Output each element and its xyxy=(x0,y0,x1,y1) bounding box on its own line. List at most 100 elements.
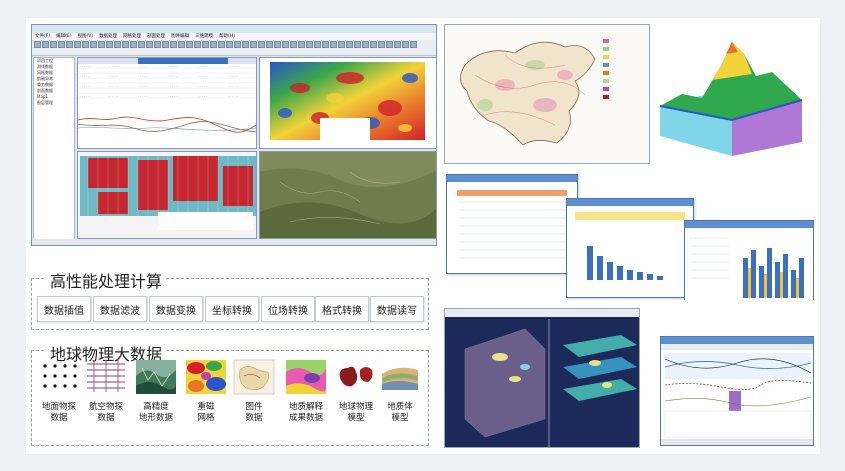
menu-item[interactable]: 三维建模 xyxy=(195,33,213,40)
processing-section-title: 高性能处理计算 xyxy=(46,268,167,292)
toolbar-button[interactable] xyxy=(234,41,241,48)
toolbar-button[interactable] xyxy=(226,41,233,48)
toolbar-button[interactable] xyxy=(346,41,353,48)
tree-item[interactable]: 图层管理 xyxy=(34,100,74,106)
svg-text:......: ...... xyxy=(198,64,209,68)
toolbar-button[interactable] xyxy=(402,41,409,48)
data-item-grid[interactable]: 重磁 网格 xyxy=(184,356,228,424)
report-window-3 xyxy=(684,220,814,300)
filtering-button[interactable]: 数据滤波 xyxy=(93,296,147,322)
toolbar-button[interactable] xyxy=(210,41,217,48)
toolbar-button[interactable] xyxy=(258,41,265,48)
toolbar-button[interactable] xyxy=(122,41,129,48)
toolbar-button[interactable] xyxy=(50,41,57,48)
anomaly-map-pane xyxy=(259,57,437,149)
toolbar-button[interactable] xyxy=(266,41,273,48)
toolbar-button[interactable] xyxy=(386,41,393,48)
toolbar-button[interactable] xyxy=(298,41,305,48)
menu-item[interactable]: 数据处理 xyxy=(99,33,117,40)
data-item-terrain[interactable]: 高精度 地形数据 xyxy=(134,356,178,424)
toolbar-button[interactable] xyxy=(146,41,153,48)
toolbar-button[interactable] xyxy=(282,41,289,48)
toolbar-button[interactable] xyxy=(410,41,417,48)
geology-map-icon xyxy=(286,360,327,394)
toolbar-button[interactable] xyxy=(250,41,257,48)
toolbar-button[interactable] xyxy=(34,41,41,48)
menu-item[interactable]: 帮助(H) xyxy=(219,33,235,40)
toolbar-button[interactable] xyxy=(154,41,161,48)
toolbar-button[interactable] xyxy=(130,41,137,48)
toolbar-button[interactable] xyxy=(394,41,401,48)
china-geology-map xyxy=(444,24,650,164)
svg-text:......: ...... xyxy=(138,84,149,88)
toolbar xyxy=(32,40,436,49)
geologic-body-icon xyxy=(382,367,418,390)
coordinate-conversion-button[interactable]: 坐标转换 xyxy=(205,296,259,322)
project-tree: 项目工程 测线数据 网格数据 航磁异常 重力数据 剖面数据 Map1 图层管理 xyxy=(33,57,75,241)
toolbar-button[interactable] xyxy=(114,41,121,48)
data-item-ground[interactable]: 地面物探 数据 xyxy=(37,356,81,424)
menu-item[interactable]: 视图(V) xyxy=(77,33,93,40)
toolbar-button[interactable] xyxy=(162,41,169,48)
toolbar-button[interactable] xyxy=(42,41,49,48)
data-item-label: 图件 数据 xyxy=(245,402,263,423)
toolbar-button[interactable] xyxy=(186,41,193,48)
toolbar-button[interactable] xyxy=(290,41,297,48)
profile-curves-figure xyxy=(661,337,813,445)
data-item-geologic-body[interactable]: 地质体 模型 xyxy=(378,356,422,424)
menu-item[interactable]: 图件编辑 xyxy=(171,33,189,40)
toolbar-button[interactable] xyxy=(74,41,81,48)
toolbar-button[interactable] xyxy=(58,41,65,48)
toolbar-secondary xyxy=(32,49,436,56)
transform-button[interactable]: 数据变换 xyxy=(149,296,203,322)
toolbar-button[interactable] xyxy=(274,41,281,48)
toolbar-button[interactable] xyxy=(98,41,105,48)
toolbar-button[interactable] xyxy=(90,41,97,48)
data-item-interpretation[interactable]: 地质解释 成果数据 xyxy=(284,356,328,424)
window-titlebar xyxy=(32,25,436,33)
menu-item[interactable]: 编辑(E) xyxy=(56,33,71,40)
3d-visualization-window xyxy=(444,308,640,448)
toolbar-button[interactable] xyxy=(314,41,321,48)
svg-text:......: ...... xyxy=(198,94,209,98)
svg-text:......: ...... xyxy=(168,94,179,98)
toolbar-button[interactable] xyxy=(178,41,185,48)
grid-map-icon xyxy=(186,360,226,394)
toolbar-button[interactable] xyxy=(362,41,369,48)
3d-terrain-model xyxy=(652,24,814,164)
toolbar-button[interactable] xyxy=(338,41,345,48)
toolbar-button[interactable] xyxy=(106,41,113,48)
toolbar-button[interactable] xyxy=(354,41,361,48)
data-item-geophysical-model[interactable]: 地球物理 模型 xyxy=(334,356,378,424)
svg-text:......: ...... xyxy=(80,64,91,68)
svg-text:......: ...... xyxy=(198,74,209,78)
data-item-label: 地球物理 模型 xyxy=(338,402,373,423)
toolbar-button[interactable] xyxy=(138,41,145,48)
interpolation-button[interactable]: 数据插值 xyxy=(37,296,91,322)
format-conversion-button[interactable]: 格式转换 xyxy=(315,296,369,322)
potential-field-conversion-button[interactable]: 位场转换 xyxy=(261,296,315,322)
toolbar-button[interactable] xyxy=(330,41,337,48)
toolbar-button[interactable] xyxy=(242,41,249,48)
toolbar-button[interactable] xyxy=(218,41,225,48)
menu-item[interactable]: 文件(F) xyxy=(35,33,50,40)
report-window-2 xyxy=(566,198,694,298)
toolbar-button[interactable] xyxy=(378,41,385,48)
data-item-label: 地质解释 成果数据 xyxy=(288,402,323,423)
toolbar-button[interactable] xyxy=(194,41,201,48)
toolbar-button[interactable] xyxy=(322,41,329,48)
toolbar-button[interactable] xyxy=(82,41,89,48)
menu-item[interactable]: 网格处理 xyxy=(123,33,141,40)
svg-text:......: ...... xyxy=(168,74,179,78)
data-io-button[interactable]: 数据读写 xyxy=(370,296,424,322)
toolbar-button[interactable] xyxy=(202,41,209,48)
toolbar-button[interactable] xyxy=(66,41,73,48)
data-item-map[interactable]: 图件 数据 xyxy=(232,356,276,424)
svg-text:......: ...... xyxy=(108,84,119,88)
svg-text:......: ...... xyxy=(108,64,119,68)
toolbar-button[interactable] xyxy=(370,41,377,48)
toolbar-button[interactable] xyxy=(170,41,177,48)
menu-item[interactable]: 剖面处理 xyxy=(147,33,165,40)
data-item-airborne[interactable]: 航空物探 数据 xyxy=(84,356,128,424)
toolbar-button[interactable] xyxy=(306,41,313,48)
